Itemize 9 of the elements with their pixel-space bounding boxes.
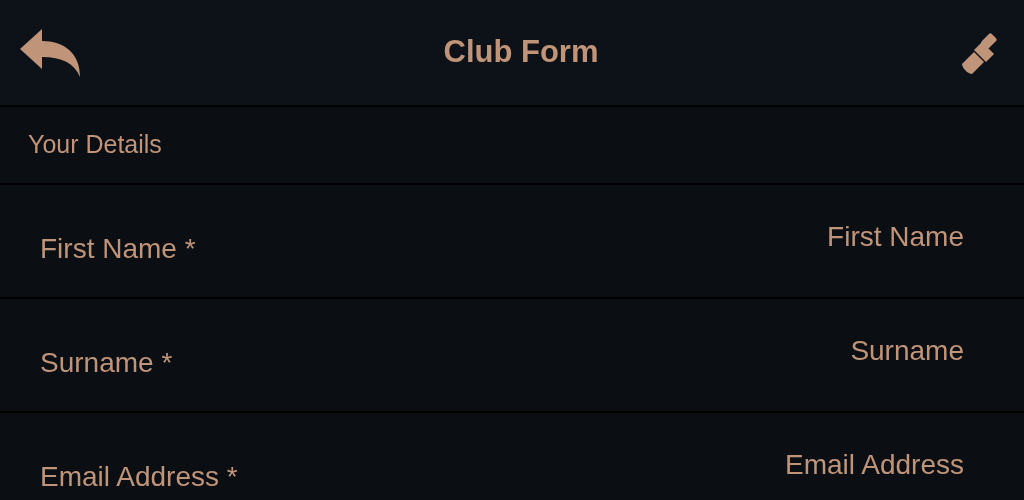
section-title: Your Details: [28, 129, 162, 161]
page-title: Club Form: [443, 33, 599, 72]
field-label: First Name *: [40, 232, 196, 266]
field-label: Surname *: [40, 346, 173, 380]
input-field[interactable]: Surname: [544, 331, 964, 371]
field-label: Email Address *: [40, 460, 238, 494]
back-icon[interactable]: [20, 28, 80, 77]
input-field[interactable]: First Name: [544, 217, 964, 257]
input-field[interactable]: Email Address: [544, 445, 964, 485]
